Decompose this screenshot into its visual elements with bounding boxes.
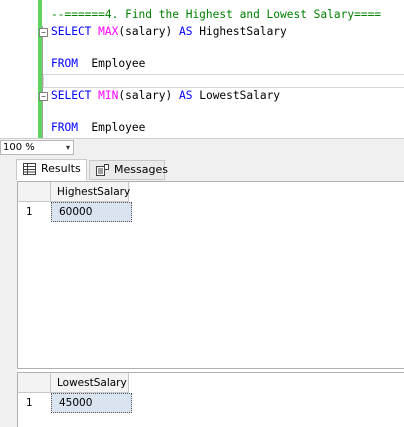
code-line-from-1: FROM Employee bbox=[51, 57, 146, 70]
cell-highestsalary[interactable]: 60000 bbox=[51, 202, 132, 222]
grid-corner[interactable] bbox=[18, 373, 51, 393]
results-tabstrip: Results Messages bbox=[0, 157, 404, 182]
tab-results-label: Results bbox=[41, 162, 81, 175]
grid-corner[interactable] bbox=[18, 182, 51, 202]
code-line-select-min: SELECT MIN(salary) AS LowestSalary bbox=[51, 89, 281, 102]
current-line-highlight bbox=[43, 74, 404, 88]
query-editor[interactable]: --======4. Find the Highest and Lowest S… bbox=[0, 0, 404, 138]
column-header-highestsalary[interactable]: HighestSalary bbox=[51, 182, 130, 202]
editor-gutter bbox=[0, 0, 27, 138]
row-number[interactable]: 1 bbox=[18, 393, 51, 413]
tab-results[interactable]: Results bbox=[16, 159, 87, 181]
cell-lowestsalary[interactable]: 45000 bbox=[51, 393, 132, 413]
result-grid-lowest[interactable]: LowestSalary 1 45000 bbox=[17, 372, 404, 427]
code-line-from-2: FROM Employee bbox=[51, 121, 146, 134]
results-side-strip bbox=[0, 181, 17, 427]
tab-messages[interactable]: Messages bbox=[89, 160, 168, 180]
messages-icon bbox=[96, 164, 109, 176]
code-line-select-max: SELECT MAX(salary) AS HighestSalary bbox=[51, 25, 287, 38]
chevron-down-icon[interactable]: ▾ bbox=[66, 141, 70, 154]
zoom-bar: 100 % ▾ bbox=[0, 138, 404, 157]
zoom-select[interactable]: 100 % ▾ bbox=[0, 140, 74, 155]
column-header-lowestsalary[interactable]: LowestSalary bbox=[51, 373, 129, 393]
tab-messages-label: Messages bbox=[114, 163, 168, 176]
result-grid-highest[interactable]: HighestSalary 1 60000 bbox=[17, 181, 404, 369]
zoom-value: 100 % bbox=[3, 142, 35, 153]
collapse-toggle-icon[interactable]: − bbox=[39, 92, 48, 101]
row-number[interactable]: 1 bbox=[18, 202, 51, 222]
comment-line: --======4. Find the Highest and Lowest S… bbox=[51, 8, 382, 21]
grid-icon bbox=[23, 163, 36, 175]
collapse-toggle-icon[interactable]: − bbox=[39, 28, 48, 37]
